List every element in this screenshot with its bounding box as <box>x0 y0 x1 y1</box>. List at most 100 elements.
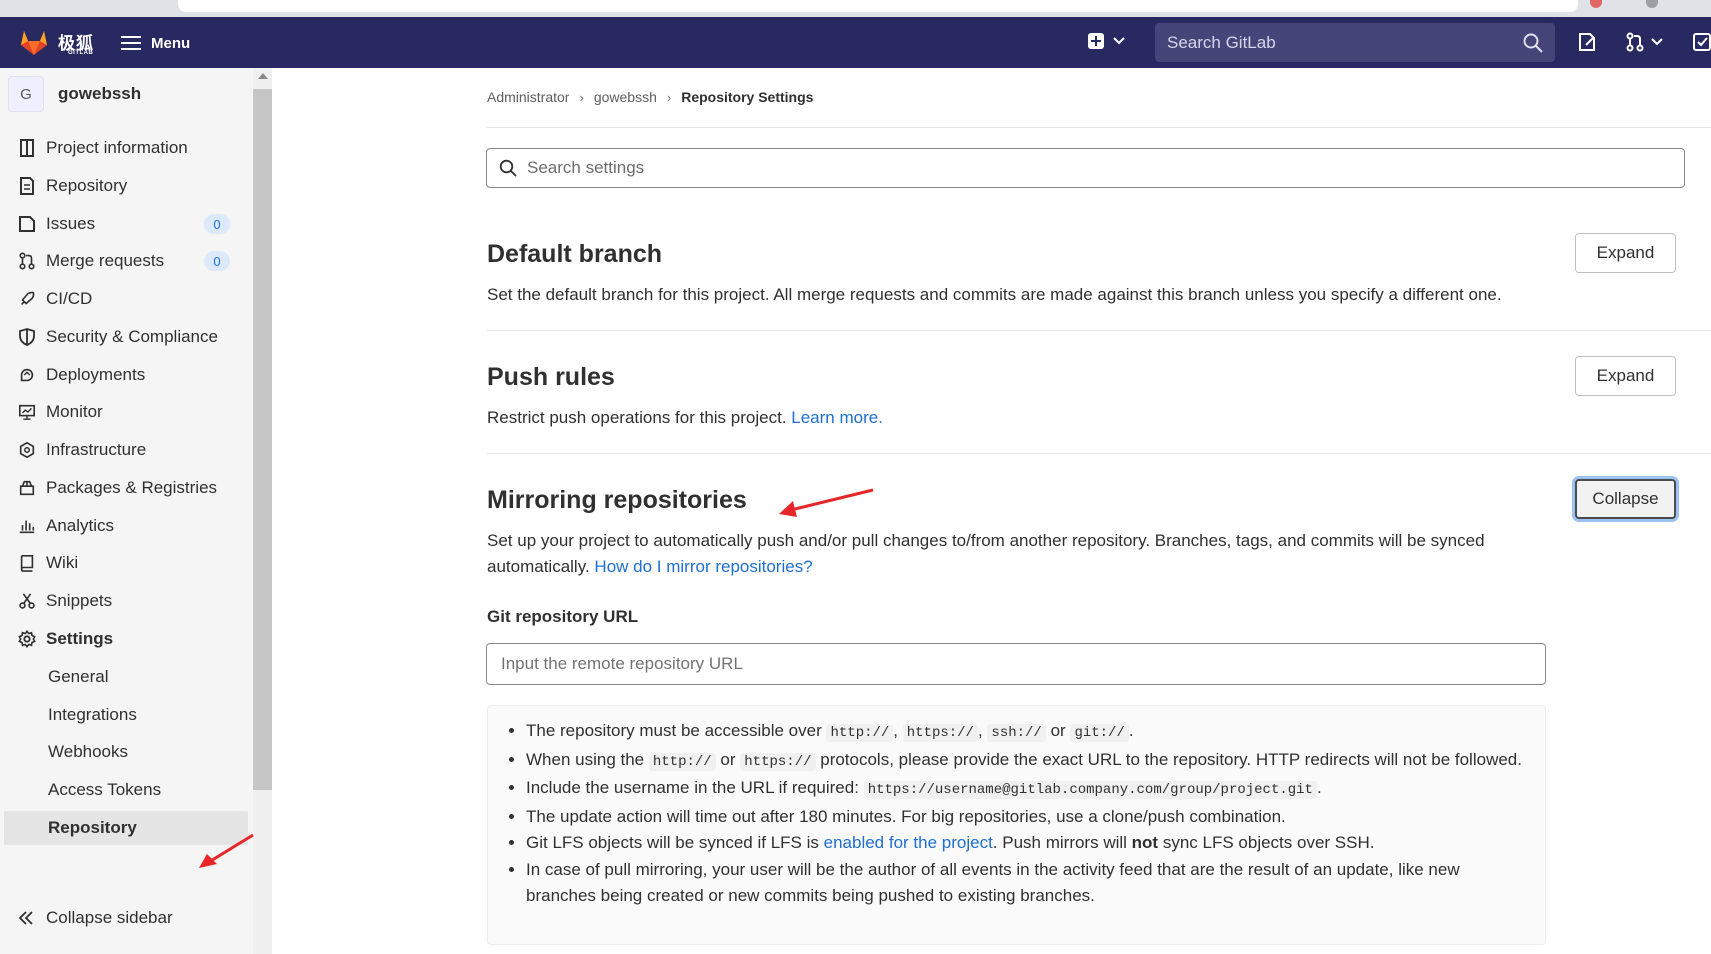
menu-button[interactable]: Menu <box>121 30 190 56</box>
scrollbar-thumb[interactable] <box>253 89 272 790</box>
default-branch-title: Default branch <box>487 240 663 268</box>
settings-sub-access-tokens[interactable]: Access Tokens <box>48 773 248 807</box>
help-item: The update action will time out after 18… <box>526 804 1525 831</box>
hamburger-icon <box>121 36 141 50</box>
sidebar-item-security-compliance[interactable]: Security & Compliance <box>18 319 248 355</box>
mirror-help-link[interactable]: How do I mirror repositories? <box>594 557 812 576</box>
brand-subtitle: GITLAB <box>68 50 94 56</box>
book-icon <box>20 554 34 572</box>
project-name: gowebssh <box>58 84 142 103</box>
sidebar-project-header[interactable]: G gowebssh <box>8 76 141 112</box>
mirroring-help-box: The repository must be accessible over h… <box>487 705 1546 945</box>
sidebar-item-repository[interactable]: Repository <box>18 168 248 204</box>
help-item: The repository must be accessible over h… <box>526 718 1525 747</box>
search-icon <box>499 159 517 177</box>
chevron-down-icon <box>1651 38 1663 46</box>
git-repository-url-input[interactable] <box>486 643 1546 685</box>
plus-square-icon <box>1088 33 1104 49</box>
sidebar-item-issues[interactable]: Issues 0 <box>18 206 248 242</box>
gitlab-logo-icon[interactable] <box>18 26 50 58</box>
sidebar-item-label: CI/CD <box>46 289 93 308</box>
sidebar-item-wiki[interactable]: Wiki <box>18 545 248 581</box>
sidebar-item-snippets[interactable]: Snippets <box>18 583 248 619</box>
merge-request-icon <box>19 252 35 270</box>
default-branch-expand-button[interactable]: Expand <box>1575 233 1676 273</box>
sidebar-item-label: Settings <box>46 629 114 648</box>
browser-extension-icon[interactable] <box>1590 0 1602 8</box>
double-chevron-left-icon <box>18 911 33 925</box>
merge-requests-count-badge: 0 <box>204 251 230 271</box>
scroll-up-arrow-icon[interactable] <box>258 73 268 79</box>
sidebar-item-label: Wiki <box>46 553 79 572</box>
divider <box>487 453 1711 454</box>
breadcrumb: Administrator › gowebssh › Repository Se… <box>487 89 813 105</box>
project-sidebar: G gowebssh Project information Repositor… <box>0 68 272 954</box>
chevron-right-icon: › <box>666 89 672 105</box>
gear-icon <box>18 630 36 648</box>
collapse-sidebar-button[interactable]: Collapse sidebar <box>18 908 173 928</box>
breadcrumb-project[interactable]: gowebssh <box>594 89 657 105</box>
browser-extension-icon[interactable] <box>1646 0 1658 8</box>
help-item: When using the http:// or https:// proto… <box>526 747 1525 776</box>
sidebar-item-merge-requests[interactable]: Merge requests 0 <box>18 243 248 279</box>
mirroring-description: Set up your project to automatically pus… <box>487 528 1567 580</box>
breadcrumb-administrator[interactable]: Administrator <box>487 89 569 105</box>
scissors-icon <box>19 593 35 609</box>
search-settings-input[interactable] <box>527 158 1672 178</box>
new-dropdown-button[interactable] <box>1087 32 1125 50</box>
address-bar[interactable] <box>178 0 1578 12</box>
sidebar-item-label: Snippets <box>46 591 113 610</box>
divider <box>487 330 1711 331</box>
sidebar-item-analytics[interactable]: Analytics <box>18 508 248 544</box>
merge-request-icon <box>1626 32 1644 52</box>
collapse-sidebar-label: Collapse sidebar <box>46 908 173 927</box>
push-rules-text: Restrict push operations for this projec… <box>487 408 787 427</box>
chevron-right-icon: › <box>579 89 584 105</box>
help-item: In case of pull mirroring, your user wil… <box>526 857 1525 910</box>
settings-sub-webhooks[interactable]: Webhooks <box>48 735 248 769</box>
browser-toolbar <box>0 0 1711 17</box>
project-info-icon <box>20 139 34 157</box>
sidebar-item-infrastructure[interactable]: Infrastructure <box>18 432 248 468</box>
todo-icon[interactable] <box>1693 32 1711 52</box>
top-navbar: 极狐 GITLAB Menu Search GitLab <box>0 17 1711 68</box>
sidebar-item-cicd[interactable]: CI/CD <box>18 281 248 317</box>
settings-sub-integrations[interactable]: Integrations <box>48 698 248 732</box>
sidebar-item-settings[interactable]: Settings <box>18 621 248 657</box>
sidebar-item-packages-registries[interactable]: Packages & Registries <box>18 470 248 506</box>
deployments-icon <box>20 368 34 382</box>
issues-icon <box>19 216 35 232</box>
sidebar-item-project-information[interactable]: Project information <box>18 130 248 166</box>
repository-icon <box>20 177 34 195</box>
menu-label: Menu <box>151 34 191 52</box>
learn-more-link[interactable]: Learn more. <box>791 408 883 427</box>
push-rules-expand-button[interactable]: Expand <box>1575 356 1676 396</box>
sidebar-item-monitor[interactable]: Monitor <box>18 394 248 430</box>
settings-sub-general[interactable]: General <box>48 660 248 694</box>
global-search-placeholder: Search GitLab <box>1167 32 1276 52</box>
sidebar-item-label: Analytics <box>46 516 115 535</box>
default-branch-description: Set the default branch for this project.… <box>487 285 1502 304</box>
sidebar-item-label: Infrastructure <box>46 440 147 459</box>
sidebar-item-deployments[interactable]: Deployments <box>18 357 248 393</box>
annotation-arrow-icon <box>199 833 254 868</box>
search-settings-field[interactable] <box>486 148 1685 188</box>
push-rules-title: Push rules <box>487 363 615 391</box>
main-content: Administrator › gowebssh › Repository Se… <box>272 68 1711 954</box>
help-item: Git LFS objects will be synced if LFS is… <box>526 830 1525 857</box>
analytics-icon <box>19 520 35 534</box>
lfs-enabled-link[interactable]: enabled for the project <box>824 833 993 852</box>
merge-requests-dropdown[interactable] <box>1625 32 1663 52</box>
global-search[interactable]: Search GitLab <box>1155 23 1555 62</box>
project-avatar: G <box>8 76 44 112</box>
breadcrumb-current[interactable]: Repository Settings <box>681 89 813 105</box>
mirroring-collapse-button[interactable]: Collapse <box>1575 479 1676 519</box>
rocket-icon <box>21 291 35 305</box>
sidebar-scrollbar[interactable] <box>253 68 272 954</box>
issues-icon[interactable] <box>1577 32 1597 52</box>
search-icon <box>1523 33 1543 53</box>
sidebar-item-label: Issues <box>46 214 96 233</box>
infrastructure-icon <box>19 441 35 459</box>
chevron-down-icon <box>1113 37 1125 45</box>
sidebar-item-label: Monitor <box>46 402 103 421</box>
